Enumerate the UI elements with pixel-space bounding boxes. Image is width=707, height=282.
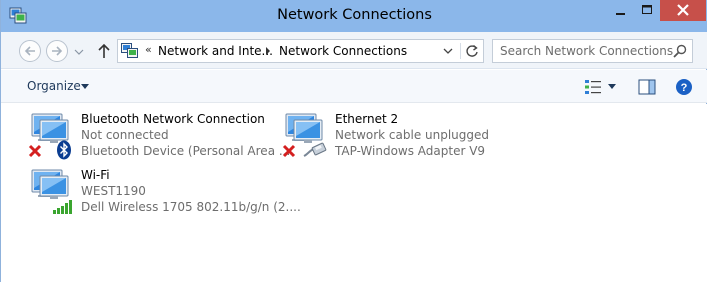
recent-locations-chevron-down-icon[interactable] <box>74 49 84 55</box>
preview-pane-icon[interactable] <box>638 79 656 95</box>
address-bar[interactable]: « Network and Inte... Network Connection… <box>117 39 484 63</box>
maximize-icon <box>642 5 652 14</box>
organize-menu-button[interactable]: Organize <box>27 79 81 93</box>
ethernet-cable-icon <box>303 142 327 157</box>
connection-name: Ethernet 2 <box>335 112 399 126</box>
title-bar[interactable]: Network Connections <box>1 0 707 32</box>
connection-status: WEST1190 <box>81 184 146 198</box>
connection-status: Not connected <box>81 128 169 142</box>
connection-device: TAP-Windows Adapter V9 <box>335 144 486 158</box>
view-options-chevron-down-icon[interactable] <box>608 84 616 89</box>
minimize-icon <box>616 13 625 15</box>
network-folder-icon <box>121 43 138 58</box>
address-overflow-chevron[interactable]: « <box>145 43 152 56</box>
connection-device: Dell Wireless 1705 802.11b/g/n (2.... <box>81 200 301 214</box>
organize-chevron-down-icon[interactable] <box>81 84 89 89</box>
search-icon[interactable] <box>673 44 687 58</box>
breadcrumb-network-connections[interactable]: Network Connections <box>279 44 407 58</box>
back-arrow-icon <box>24 46 35 56</box>
red-x-disconnected-icon <box>282 144 296 158</box>
search-box[interactable]: Search Network Connections <box>492 39 693 63</box>
search-placeholder[interactable]: Search Network Connections <box>500 44 673 58</box>
up-arrow-icon[interactable] <box>97 43 111 59</box>
wifi-signal-bars-icon <box>53 200 72 214</box>
connection-status: Network cable unplugged <box>335 128 490 142</box>
connections-list: Bluetooth Network Connection Not connect… <box>2 104 707 282</box>
breadcrumb-separator-icon[interactable] <box>265 46 271 56</box>
forward-arrow-icon <box>52 46 63 56</box>
connection-name: Bluetooth Network Connection <box>81 112 265 126</box>
minimize-button[interactable] <box>607 0 634 21</box>
network-connections-window: Network Connections « Network and Inte..… <box>0 0 707 282</box>
change-view-icon[interactable] <box>584 79 602 95</box>
bluetooth-icon <box>57 140 71 160</box>
connection-item-ethernet-2[interactable]: Ethernet 2 Network cable unplugged TAP-W… <box>280 110 510 162</box>
back-button[interactable] <box>19 40 41 62</box>
window-title: Network Connections <box>277 7 432 23</box>
help-icon[interactable]: ? <box>675 78 693 96</box>
connection-device: Bluetooth Device (Personal Area ... <box>81 144 291 158</box>
svg-text:?: ? <box>681 82 688 94</box>
connection-item-wifi[interactable]: Wi-Fi WEST1190 Dell Wireless 1705 802.11… <box>26 166 301 218</box>
address-history-chevron-down-icon[interactable] <box>438 40 458 62</box>
connection-item-bluetooth[interactable]: Bluetooth Network Connection Not connect… <box>26 110 290 162</box>
breadcrumb-network-and-internet[interactable]: Network and Inte... <box>158 44 273 58</box>
connection-name: Wi-Fi <box>81 168 110 182</box>
maximize-button[interactable] <box>634 0 660 21</box>
navigation-bar: « Network and Inte... Network Connection… <box>1 32 707 69</box>
close-icon <box>677 4 689 16</box>
forward-button[interactable] <box>46 40 68 62</box>
command-bar: Organize ? <box>1 70 707 103</box>
close-button[interactable] <box>660 0 706 21</box>
refresh-icon[interactable] <box>461 40 483 62</box>
red-x-disconnected-icon <box>28 144 42 158</box>
